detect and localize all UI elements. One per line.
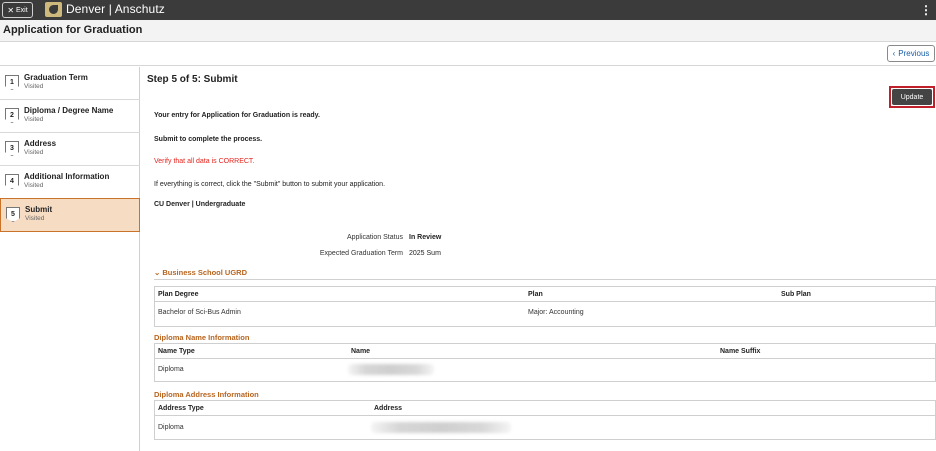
submit-instruction: If everything is correct, click the "Sub… [154, 181, 386, 188]
step-item-diploma-name[interactable]: 2 Diploma / Degree Name Visited [0, 100, 140, 133]
step-number-badge: 3 [5, 141, 19, 156]
step-status: Visited [25, 215, 45, 222]
diploma-address-section-title: Diploma Address Information [154, 390, 259, 399]
step-status: Visited [24, 83, 44, 90]
university-logo [45, 2, 62, 17]
business-plan-grid: Plan Degree Plan Sub Plan Bachelor of Sc… [154, 286, 936, 327]
step-label: Submit [25, 205, 53, 214]
institution-name: CU Denver | Undergraduate [154, 201, 246, 208]
submit-message: Submit to complete the process. [154, 136, 263, 143]
diploma-name-grid: Name Type Name Name Suffix Diploma [154, 343, 936, 382]
main-content: Step 5 of 5: Submit Update Your entry fo… [141, 67, 936, 451]
page-title: Application for Graduation [3, 24, 143, 36]
application-status-value: In Review [409, 234, 442, 241]
exit-button[interactable]: ✕ Exit [2, 2, 33, 18]
step-number-badge: 2 [5, 108, 19, 123]
chevron-down-icon: ⌄ [154, 268, 161, 277]
brand-name: Denver | Anschutz [66, 2, 165, 16]
column-header: Address Type [158, 405, 204, 412]
ready-message: Your entry for Application for Graduatio… [154, 112, 320, 119]
grid-header [155, 344, 935, 359]
step-heading: Step 5 of 5: Submit [147, 74, 238, 85]
nav-bar: ‹ Previous [0, 42, 936, 66]
step-item-graduation-term[interactable]: 1 Graduation Term Visited [0, 67, 140, 100]
graduation-term-value: 2025 Sum [409, 250, 441, 257]
column-header: Name Suffix [720, 348, 761, 355]
redacted-address [371, 422, 511, 433]
step-item-address[interactable]: 3 Address Visited [0, 133, 140, 166]
step-number-badge: 4 [5, 174, 19, 189]
business-section-title: Business School UGRD [162, 268, 247, 277]
column-header: Name Type [158, 348, 195, 355]
step-label: Diploma / Degree Name [24, 106, 114, 115]
chevron-left-icon: ‹ [892, 49, 896, 58]
step-status: Visited [24, 149, 44, 156]
table-cell: Major: Accounting [528, 309, 584, 316]
step-item-additional-information[interactable]: 4 Additional Information Visited [0, 166, 140, 199]
close-icon: ✕ [7, 5, 15, 15]
section-divider [154, 279, 936, 280]
top-bar: ✕ Exit Denver | Anschutz ⋮ [0, 0, 936, 20]
step-status: Visited [24, 182, 44, 189]
verify-warning: Verify that all data is CORRECT. [154, 158, 255, 165]
step-item-submit[interactable]: 5 Submit Visited [0, 198, 140, 232]
kebab-icon[interactable]: ⋮ [920, 3, 932, 17]
column-header: Sub Plan [781, 291, 811, 298]
column-header: Plan [528, 291, 543, 298]
application-status-label: Application Status [346, 234, 403, 241]
diploma-address-grid: Address Type Address Diploma [154, 400, 936, 440]
step-label: Additional Information [24, 172, 110, 181]
graduation-term-label: Expected Graduation Term [319, 250, 403, 257]
table-cell: Bachelor of Sci-Bus Admin [158, 309, 241, 316]
grid-header [155, 287, 935, 302]
previous-label: Previous [898, 49, 930, 58]
redacted-name [348, 364, 434, 375]
column-header: Address [374, 405, 403, 412]
table-cell: Diploma [158, 366, 184, 373]
previous-button[interactable]: ‹ Previous [887, 45, 935, 62]
update-button[interactable]: Update [892, 89, 932, 105]
step-number-badge: 5 [6, 207, 20, 222]
grid-header [155, 401, 935, 416]
step-label: Graduation Term [24, 73, 88, 82]
table-cell: Diploma [158, 424, 184, 431]
step-sidebar: 1 Graduation Term Visited 2 Diploma / De… [0, 67, 140, 451]
step-number-badge: 1 [5, 75, 19, 90]
exit-label: Exit [16, 6, 28, 14]
title-bar: Application for Graduation [0, 20, 936, 42]
diploma-name-section-title: Diploma Name Information [154, 333, 250, 342]
update-button-highlight: Update [889, 86, 935, 108]
step-status: Visited [24, 116, 44, 123]
step-label: Address [24, 139, 57, 148]
column-header: Name [351, 348, 371, 355]
business-section-header[interactable]: ⌄ Business School UGRD [154, 268, 247, 277]
column-header: Plan Degree [158, 291, 199, 298]
